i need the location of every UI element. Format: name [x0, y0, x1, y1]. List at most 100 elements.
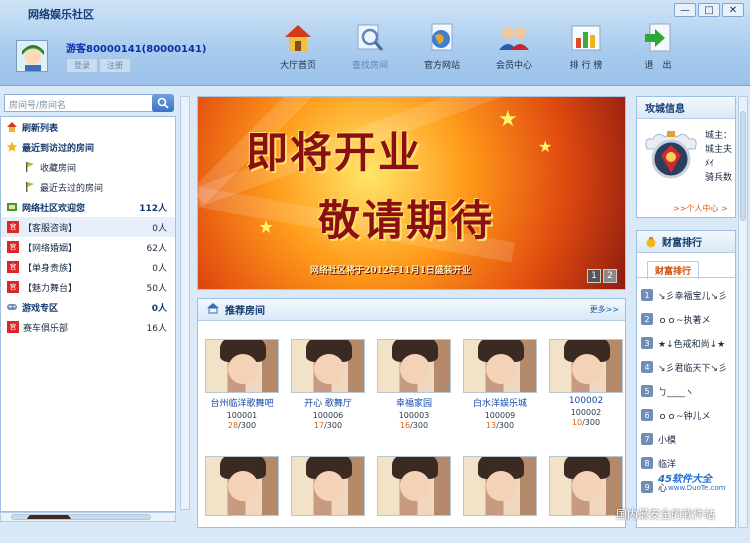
- toolbar-ranking-button[interactable]: 排 行 榜: [550, 22, 622, 71]
- banner-subtitle: 网络社区将于2012年11月1日盛装开业: [310, 266, 471, 276]
- auth-buttons: 登录 注册: [66, 58, 131, 73]
- room-card[interactable]: 白水洋娱乐城 100009 13/300: [462, 339, 538, 430]
- toolbar-ranking-label: 排 行 榜: [569, 61, 603, 71]
- ranking-chart-icon: [569, 22, 603, 54]
- room-search-input[interactable]: 房间号/房间名: [4, 94, 154, 112]
- star-icon: ★: [258, 217, 275, 238]
- room-thumbnail[interactable]: [377, 456, 451, 516]
- close-button[interactable]: ✕: [722, 3, 744, 17]
- minimize-button[interactable]: —: [674, 3, 696, 17]
- last-visited-label: 最近去过的房间: [40, 183, 104, 194]
- room-item-count: 50人: [146, 283, 167, 294]
- ranking-item[interactable]: 1 ↘彡幸福宝儿↘彡: [641, 283, 735, 307]
- official-badge: 官: [7, 321, 19, 333]
- games-group[interactable]: 游戏专区 0人: [1, 297, 175, 317]
- favorites-item[interactable]: 收藏房间: [1, 157, 175, 177]
- ranking-item[interactable]: 5 ㄅ____ヽ: [641, 379, 735, 403]
- star-folder-icon: [5, 140, 19, 154]
- toolbar-members-label: 会员中心: [495, 61, 532, 71]
- promo-banner[interactable]: ★ ★ ★ 即将开业 敬请期待 网络社区将于2012年11月1日盛装开业 1 2: [197, 96, 626, 290]
- ranking-item[interactable]: 6 ｏｏ~钟儿メ: [641, 403, 735, 427]
- room-occupancy: 10/300: [572, 418, 600, 427]
- last-visited-item[interactable]: 最近去过的房间: [1, 177, 175, 197]
- room-id: 100006: [312, 411, 344, 420]
- room-card[interactable]: 幸福家园 100003 16/300: [376, 339, 452, 430]
- room-card[interactable]: [376, 456, 452, 516]
- room-thumbnail[interactable]: [377, 339, 451, 393]
- banner-pager: 1 2: [587, 269, 617, 283]
- room-card[interactable]: [462, 456, 538, 516]
- city-info-lines: 城主： 城主夫 ﾒｲ 骑兵数: [705, 129, 732, 185]
- room-capacity: /300: [496, 421, 515, 430]
- rank-name: 临洋: [658, 459, 677, 470]
- room-card[interactable]: 台州临洋歌舞吧 100001 28/300: [204, 339, 280, 430]
- banner-page-1[interactable]: 1: [587, 269, 601, 283]
- scrollbar-thumb[interactable]: [11, 514, 151, 520]
- room-occupancy: 16/300: [400, 421, 428, 430]
- ranking-item[interactable]: 3 ★↓色戒和尚↓★: [641, 331, 735, 355]
- toolbar-members-button[interactable]: 会员中心: [478, 22, 550, 71]
- city-cavalry: 骑兵数: [705, 173, 733, 183]
- city-info-title: 攻城信息: [637, 97, 735, 119]
- ranking-item[interactable]: 7 小模: [641, 427, 735, 451]
- room-item-racing[interactable]: 官 赛车俱乐部 16人: [1, 317, 175, 337]
- room-thumbnail[interactable]: [463, 339, 537, 393]
- rank-number: 4: [641, 361, 653, 373]
- magnifier-icon: [353, 22, 387, 54]
- login-button[interactable]: 登录: [66, 58, 98, 73]
- room-item-stage[interactable]: 官 【魅力舞台】 50人: [1, 277, 175, 297]
- room-thumbnail[interactable]: [205, 456, 279, 516]
- globe-icon: [425, 22, 459, 54]
- room-thumbnail[interactable]: [291, 456, 365, 516]
- room-card[interactable]: [290, 456, 366, 516]
- recent-rooms-label: 最近到访过的房间: [22, 143, 95, 154]
- room-capacity: /300: [324, 421, 343, 430]
- room-card[interactable]: [204, 456, 280, 516]
- left-vertical-scrollbar[interactable]: [180, 96, 190, 510]
- room-online: 17: [313, 421, 325, 430]
- ranking-item[interactable]: 4 ↘彡君临天下↘彡: [641, 355, 735, 379]
- house-icon: [281, 22, 315, 54]
- toolbar-official-site-button[interactable]: 官方网站: [406, 22, 478, 71]
- room-occupancy: 17/300: [314, 421, 342, 430]
- room-thumbnail[interactable]: [463, 456, 537, 516]
- window-controls: — □ ✕: [674, 3, 744, 17]
- personal-center-link[interactable]: >>个人中心 >: [673, 203, 728, 214]
- toolbar-exit-button[interactable]: 退 出: [622, 22, 694, 71]
- banner-page-2[interactable]: 2: [603, 269, 617, 283]
- room-item-service[interactable]: 官 【客服咨询】 0人: [1, 217, 175, 237]
- room-thumbnail[interactable]: [291, 339, 365, 393]
- room-search-button[interactable]: [152, 94, 174, 112]
- room-item-count: 0人: [152, 223, 167, 234]
- more-link[interactable]: 更多>>: [590, 304, 619, 315]
- refresh-list-label: 刷新列表: [22, 123, 59, 134]
- room-thumbnail[interactable]: [549, 339, 623, 393]
- room-item-singles[interactable]: 官 【单身贵族】 0人: [1, 257, 175, 277]
- ranking-item[interactable]: 2 ｏｏ~执著メ: [641, 307, 735, 331]
- toolbar-official-site-label: 官方网站: [423, 61, 460, 71]
- room-online: 28: [227, 421, 239, 430]
- community-group[interactable]: 网络社区欢迎您 112人: [1, 197, 175, 217]
- toolbar-home-button[interactable]: 大厅首页: [262, 22, 334, 71]
- scrollbar-thumb[interactable]: [740, 111, 746, 221]
- official-badge: 官: [7, 241, 19, 253]
- banner-headline-2: 敬请期待: [318, 196, 495, 245]
- room-card[interactable]: 100002 100002 10/300: [548, 339, 624, 430]
- room-online: 16: [399, 421, 411, 430]
- toolbar-find-room-button[interactable]: 查找房间: [334, 22, 406, 71]
- right-vertical-scrollbar[interactable]: [738, 96, 748, 528]
- members-icon: [497, 22, 531, 54]
- avatar[interactable]: [16, 40, 48, 72]
- left-horizontal-scrollbar[interactable]: [0, 512, 176, 522]
- refresh-list-item[interactable]: 刷新列表: [1, 117, 175, 137]
- room-card[interactable]: 开心 歌舞厅 100006 17/300: [290, 339, 366, 430]
- register-button[interactable]: 注册: [99, 58, 131, 73]
- maximize-button[interactable]: □: [698, 3, 720, 17]
- watermark-site: www.DuoTe.com: [668, 484, 726, 492]
- avatar-image: [17, 41, 47, 71]
- rank-number: 5: [641, 385, 653, 397]
- room-item-marriage[interactable]: 官 【网络婚姻】 62人: [1, 237, 175, 257]
- room-thumbnail[interactable]: [205, 339, 279, 393]
- room-item-label: 赛车俱乐部: [23, 323, 69, 334]
- recent-rooms-group[interactable]: 最近到访过的房间: [1, 137, 175, 157]
